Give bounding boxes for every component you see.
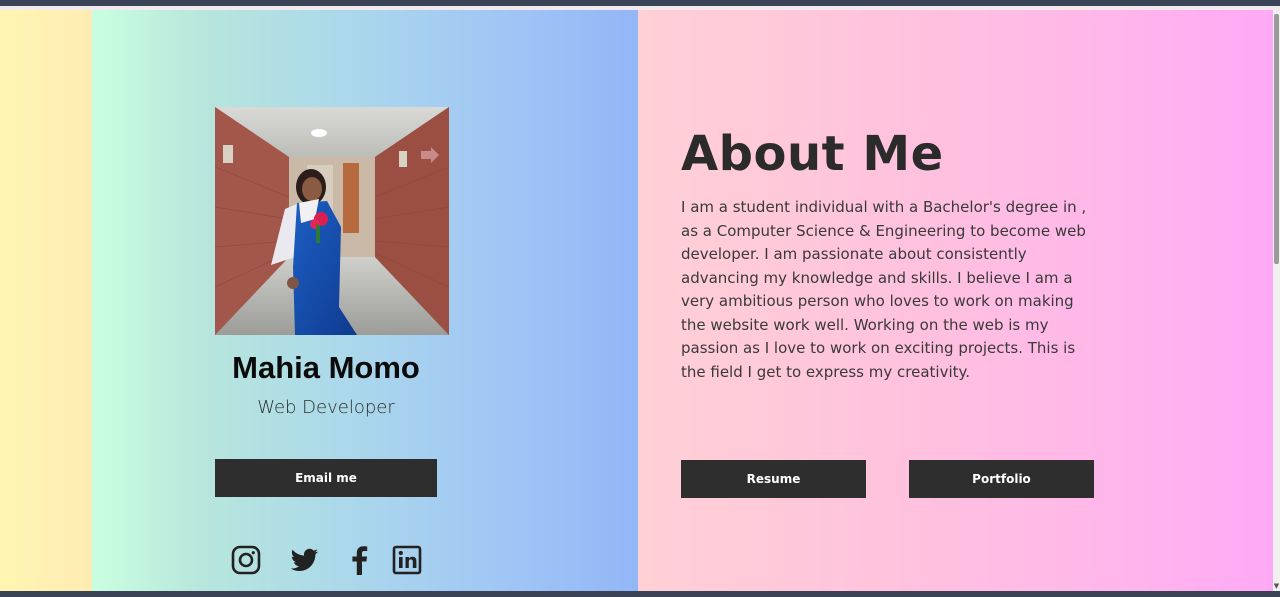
resume-button[interactable]: Resume	[681, 460, 866, 498]
scrollbar-thumb[interactable]	[1274, 14, 1279, 264]
left-margin-strip	[0, 10, 92, 591]
facebook-icon[interactable]	[344, 544, 376, 576]
profile-name: Mahia Momo	[232, 350, 420, 385]
profile-photo	[215, 107, 449, 335]
linkedin-icon[interactable]	[391, 544, 423, 576]
email-me-button[interactable]: Email me	[215, 459, 437, 497]
vertical-scrollbar[interactable]: ▼	[1273, 10, 1280, 591]
about-title: About Me	[681, 126, 944, 182]
scroll-down-icon[interactable]: ▼	[1273, 582, 1280, 590]
profile-role: Web Developer	[257, 397, 395, 418]
social-links	[230, 544, 426, 576]
twitter-icon[interactable]	[288, 544, 320, 576]
browser-bottom-edge	[0, 591, 1280, 597]
instagram-icon[interactable]	[230, 544, 262, 576]
portfolio-button[interactable]: Portfolio	[909, 460, 1094, 498]
about-description: I am a student individual with a Bachelo…	[681, 198, 1087, 381]
